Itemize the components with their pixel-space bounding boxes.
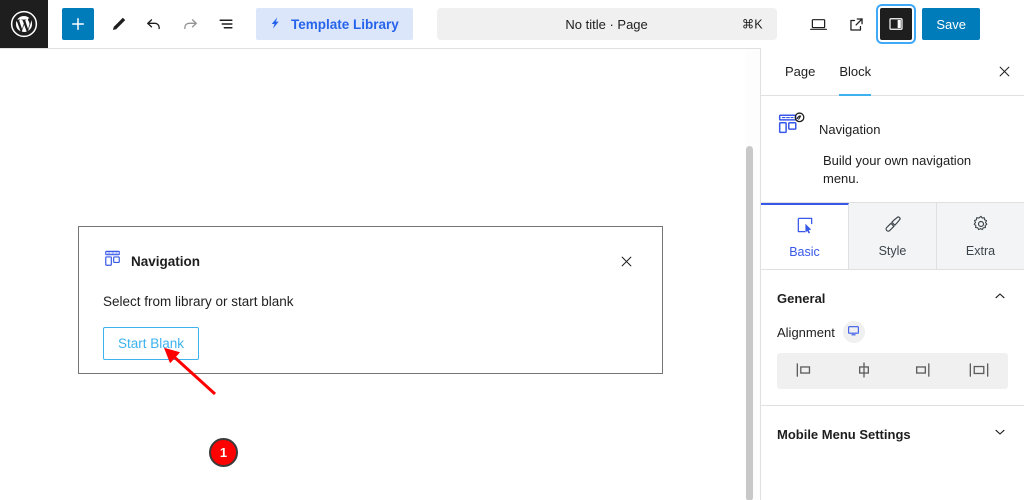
block-info-title: Navigation	[819, 122, 881, 137]
save-button[interactable]: Save	[922, 8, 980, 40]
chevron-down-icon	[992, 424, 1008, 445]
close-icon	[621, 256, 631, 266]
navigation-block-title: Navigation	[131, 253, 201, 269]
subtab-extra-label: Extra	[965, 244, 996, 259]
cursor-select-icon	[795, 215, 815, 238]
document-overview-button[interactable]	[208, 6, 244, 42]
subtab-style[interactable]: Style	[849, 203, 937, 270]
wordpress-logo-icon	[10, 10, 38, 38]
subtab-style-label: Style	[878, 244, 907, 259]
paintbrush-icon	[883, 214, 903, 237]
laptop-icon	[809, 18, 827, 30]
list-view-icon	[219, 19, 233, 29]
tab-page[interactable]: Page	[773, 48, 827, 96]
align-left-button[interactable]	[777, 353, 835, 389]
undo-button[interactable]	[136, 6, 172, 42]
editor-canvas[interactable]: Navigation Select from library or start …	[0, 48, 760, 500]
pencil-icon	[112, 17, 125, 30]
preview-external-button[interactable]	[838, 6, 874, 42]
more-options-button[interactable]	[984, 8, 1016, 40]
chevron-up-icon	[992, 288, 1008, 309]
navigation-block-icon	[777, 112, 807, 147]
section-header-mobile-menu-settings[interactable]: Mobile Menu Settings	[761, 406, 1024, 463]
subtab-basic-label: Basic	[789, 245, 820, 260]
canvas-scrollbar-thumb[interactable]	[746, 146, 753, 500]
tab-block[interactable]: Block	[827, 48, 883, 96]
redo-button[interactable]	[172, 6, 208, 42]
plus-icon	[72, 18, 84, 30]
command-bar-shortcut: ⌘K	[741, 17, 763, 32]
align-center-icon	[851, 361, 877, 382]
start-blank-button[interactable]: Start Blank	[103, 327, 200, 360]
navigation-block-close-button[interactable]	[614, 249, 638, 273]
align-right-icon	[908, 361, 934, 382]
desktop-icon	[847, 324, 860, 340]
sidebar-tablist: Page Block	[761, 48, 1024, 96]
settings-sidebar-toggle[interactable]	[876, 4, 917, 44]
editor-body: Navigation Select from library or start …	[0, 48, 1024, 500]
sidebar-panel-icon	[889, 18, 903, 30]
section-header-general[interactable]: General	[761, 270, 1024, 321]
alignment-button-group	[777, 353, 1008, 390]
navigation-block-title-row: Navigation	[103, 249, 200, 273]
block-info-description: Build your own navigation menu.	[823, 153, 972, 187]
subtab-basic[interactable]: Basic	[761, 203, 849, 270]
close-icon	[999, 66, 1009, 77]
add-block-button[interactable]	[62, 8, 94, 40]
align-center-button[interactable]	[835, 353, 893, 389]
alignment-label: Alignment	[777, 324, 835, 340]
external-link-icon	[850, 17, 863, 31]
navigation-block-description: Select from library or start blank	[103, 294, 294, 309]
edit-tool-button[interactable]	[100, 6, 136, 42]
align-space-between-button[interactable]	[950, 353, 1008, 389]
responsive-device-button[interactable]	[842, 321, 865, 344]
view-device-button[interactable]	[800, 6, 836, 42]
wordpress-block-editor: Template Library No title · Page ⌘K Save…	[0, 0, 1024, 500]
sidebar-close-button[interactable]	[988, 56, 1020, 88]
align-left-icon	[793, 361, 819, 382]
block-info-card: Navigation Build your own navigation men…	[761, 96, 1024, 204]
settings-sidebar: Page Block Navigation Build your own nav…	[760, 48, 1024, 500]
control-alignment: Alignment	[761, 321, 1024, 407]
command-bar[interactable]: No title · Page ⌘K	[436, 8, 777, 40]
template-library-label: Template Library	[291, 16, 399, 32]
align-right-button[interactable]	[893, 353, 951, 389]
toolbar-center-group: No title · Page ⌘K	[413, 0, 801, 48]
alignment-label-row: Alignment	[777, 321, 1008, 344]
template-library-icon	[267, 15, 283, 34]
gear-icon	[971, 214, 991, 237]
wordpress-logo-button[interactable]	[0, 0, 48, 48]
toolbar-right-group: Save	[800, 0, 1024, 48]
block-info-header: Navigation	[777, 112, 1008, 147]
sidebar-subtablist: Basic Style Extra	[761, 203, 1024, 271]
section-title-general: General	[777, 291, 826, 307]
navigation-block-icon	[103, 249, 122, 273]
navigation-placeholder-block[interactable]: Navigation Select from library or start …	[78, 226, 663, 374]
editor-toolbar: Template Library No title · Page ⌘K Save	[0, 0, 1024, 48]
navigation-block-header: Navigation	[103, 249, 638, 273]
template-library-button[interactable]: Template Library	[256, 8, 413, 40]
align-space-between-icon	[966, 361, 992, 382]
undo-arrow-icon	[147, 19, 160, 30]
toolbar-left-group: Template Library	[48, 0, 413, 48]
annotation-step-badge: 1	[209, 438, 238, 467]
redo-arrow-icon	[184, 19, 197, 30]
command-bar-title: No title · Page	[565, 16, 648, 32]
subtab-extra[interactable]: Extra	[937, 203, 1024, 270]
section-title-mobile-menu-settings: Mobile Menu Settings	[777, 427, 911, 443]
